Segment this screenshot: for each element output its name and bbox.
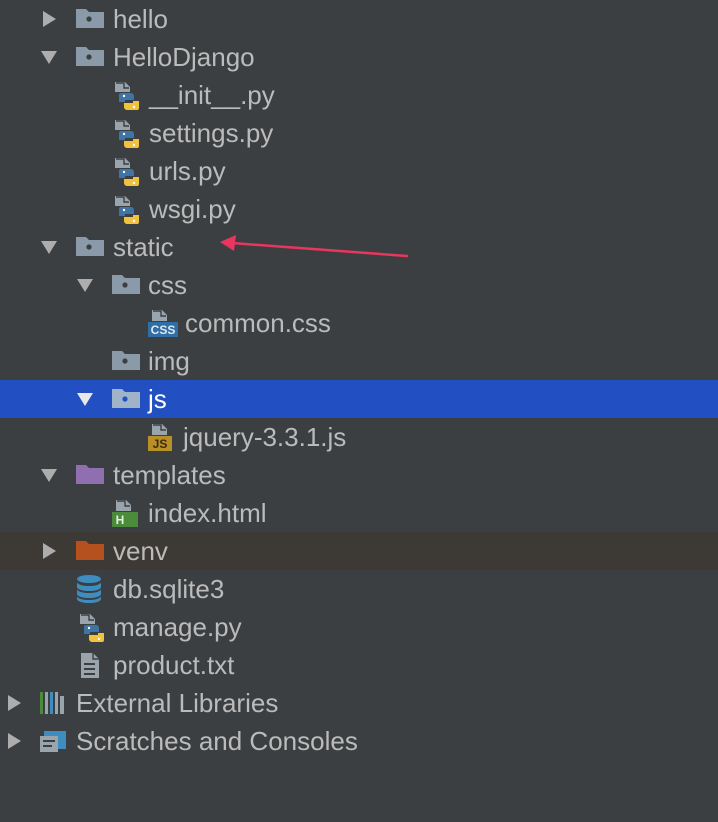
annotation-arrow-icon: [220, 235, 409, 258]
